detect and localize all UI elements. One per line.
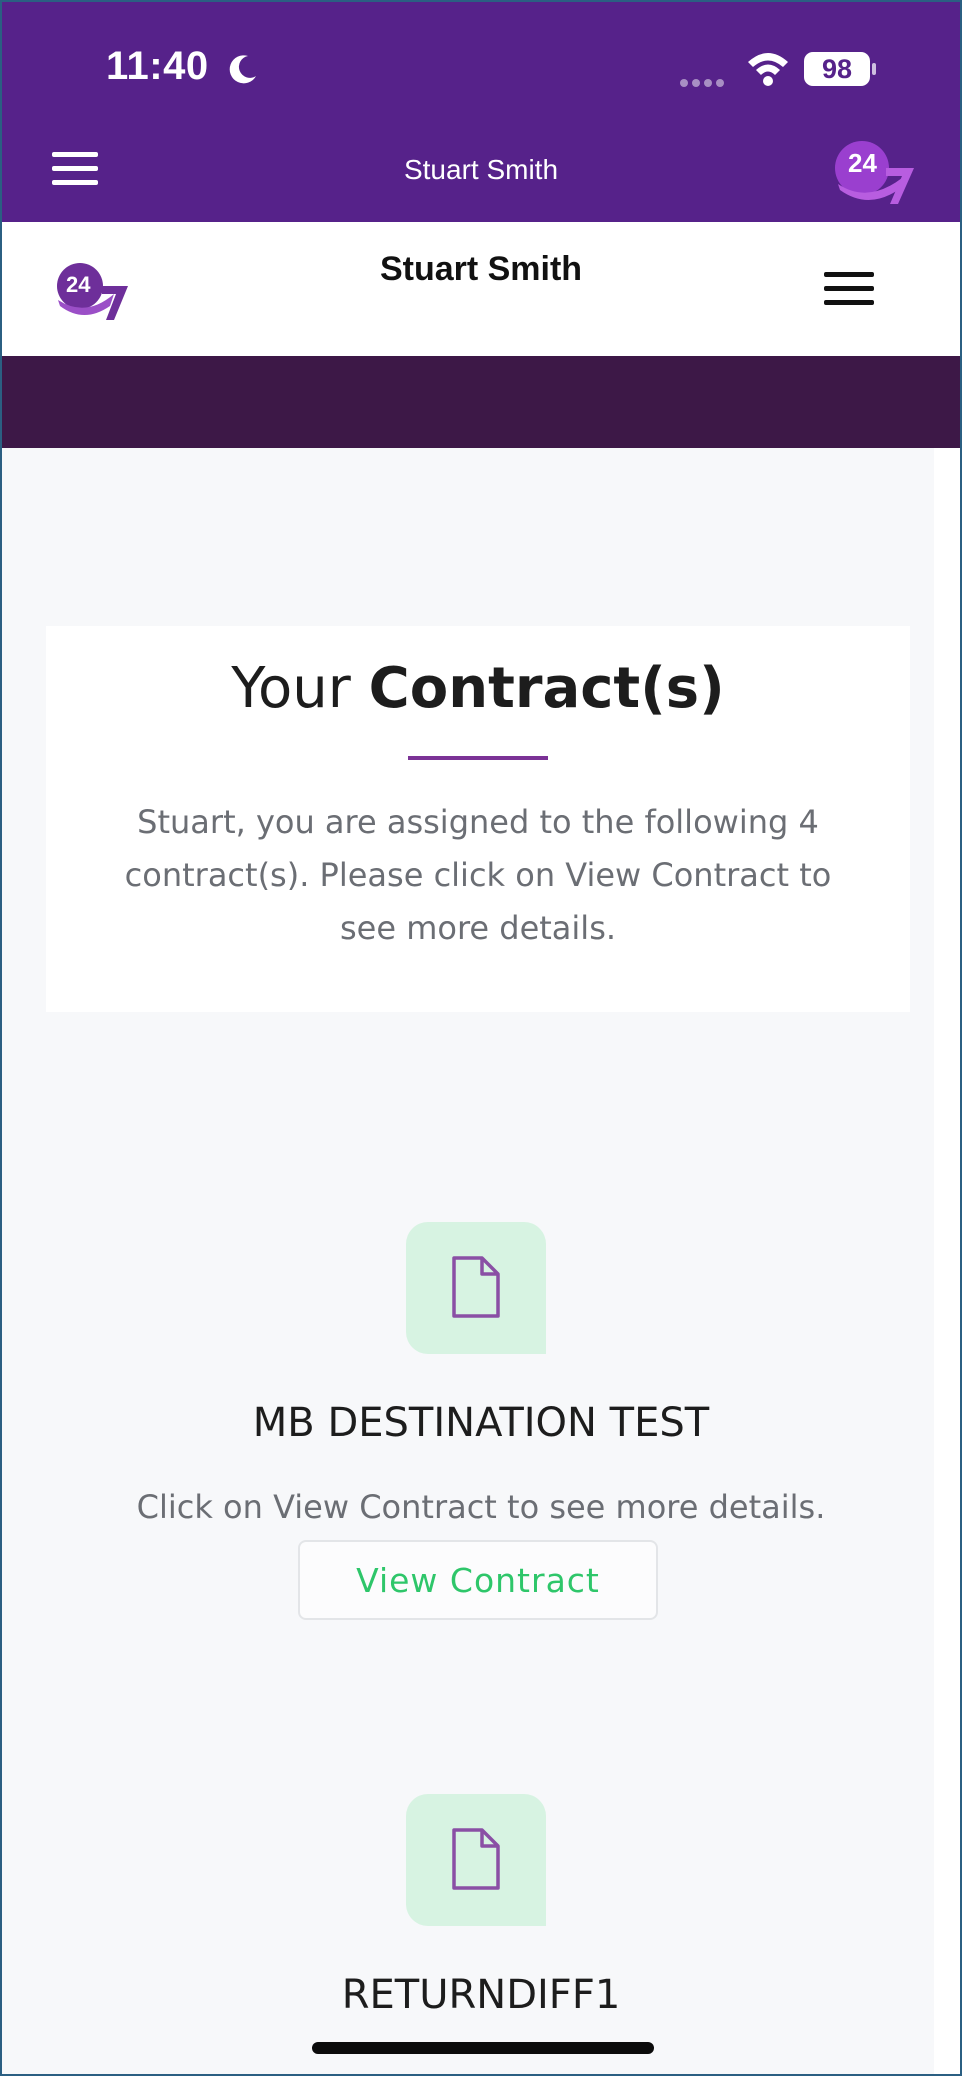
- main-content: Your Contract(s) Stuart, you are assigne…: [2, 448, 960, 2074]
- wifi-icon: [748, 53, 788, 86]
- app-header: Stuart Smith 24: [2, 118, 960, 222]
- page-title-regular: Your: [231, 656, 369, 721]
- page-title: Your Contract(s): [46, 656, 910, 721]
- header-band: [2, 356, 960, 448]
- site-menu-button[interactable]: [824, 272, 874, 312]
- document-icon: [452, 1828, 500, 1890]
- app-header-title: Stuart Smith: [403, 154, 559, 185]
- document-icon-box: [406, 1222, 546, 1354]
- view-contract-button[interactable]: View Contract: [298, 1540, 658, 1620]
- battery-tip: [872, 63, 876, 75]
- contract-name: MB DESTINATION TEST: [252, 1400, 710, 1446]
- cellular-signal-icon: [680, 72, 728, 91]
- phone-screen: 11:40 98 Stuart Smith 24 24 Stuart Smith…: [0, 0, 962, 2076]
- battery-indicator: 98: [804, 52, 870, 86]
- contract-item: MB DESTINATION TEST Click on View Contra…: [2, 1222, 960, 1722]
- intro-card: Your Contract(s) Stuart, you are assigne…: [46, 626, 910, 1012]
- brand-logo[interactable]: 24: [828, 138, 920, 208]
- status-bar: 11:40 98: [2, 2, 960, 118]
- status-time: 11:40: [106, 44, 209, 88]
- page-title-bold: Contract(s): [368, 656, 725, 721]
- contract-description: Click on View Contract to see more detai…: [136, 1488, 826, 1526]
- home-indicator[interactable]: [312, 2042, 654, 2054]
- intro-text: Stuart, you are assigned to the followin…: [124, 803, 832, 947]
- moon-icon: [229, 55, 256, 84]
- site-header-title: Stuart Smith: [379, 250, 583, 288]
- site-header: 24 Stuart Smith: [2, 222, 960, 356]
- contract-item: RETURNDIFF1: [2, 1794, 960, 2074]
- document-icon: [452, 1256, 500, 1318]
- contract-name: RETURNDIFF1: [341, 1972, 621, 2018]
- document-icon-box: [406, 1794, 546, 1926]
- title-divider: [408, 756, 548, 760]
- svg-text:24: 24: [848, 148, 877, 178]
